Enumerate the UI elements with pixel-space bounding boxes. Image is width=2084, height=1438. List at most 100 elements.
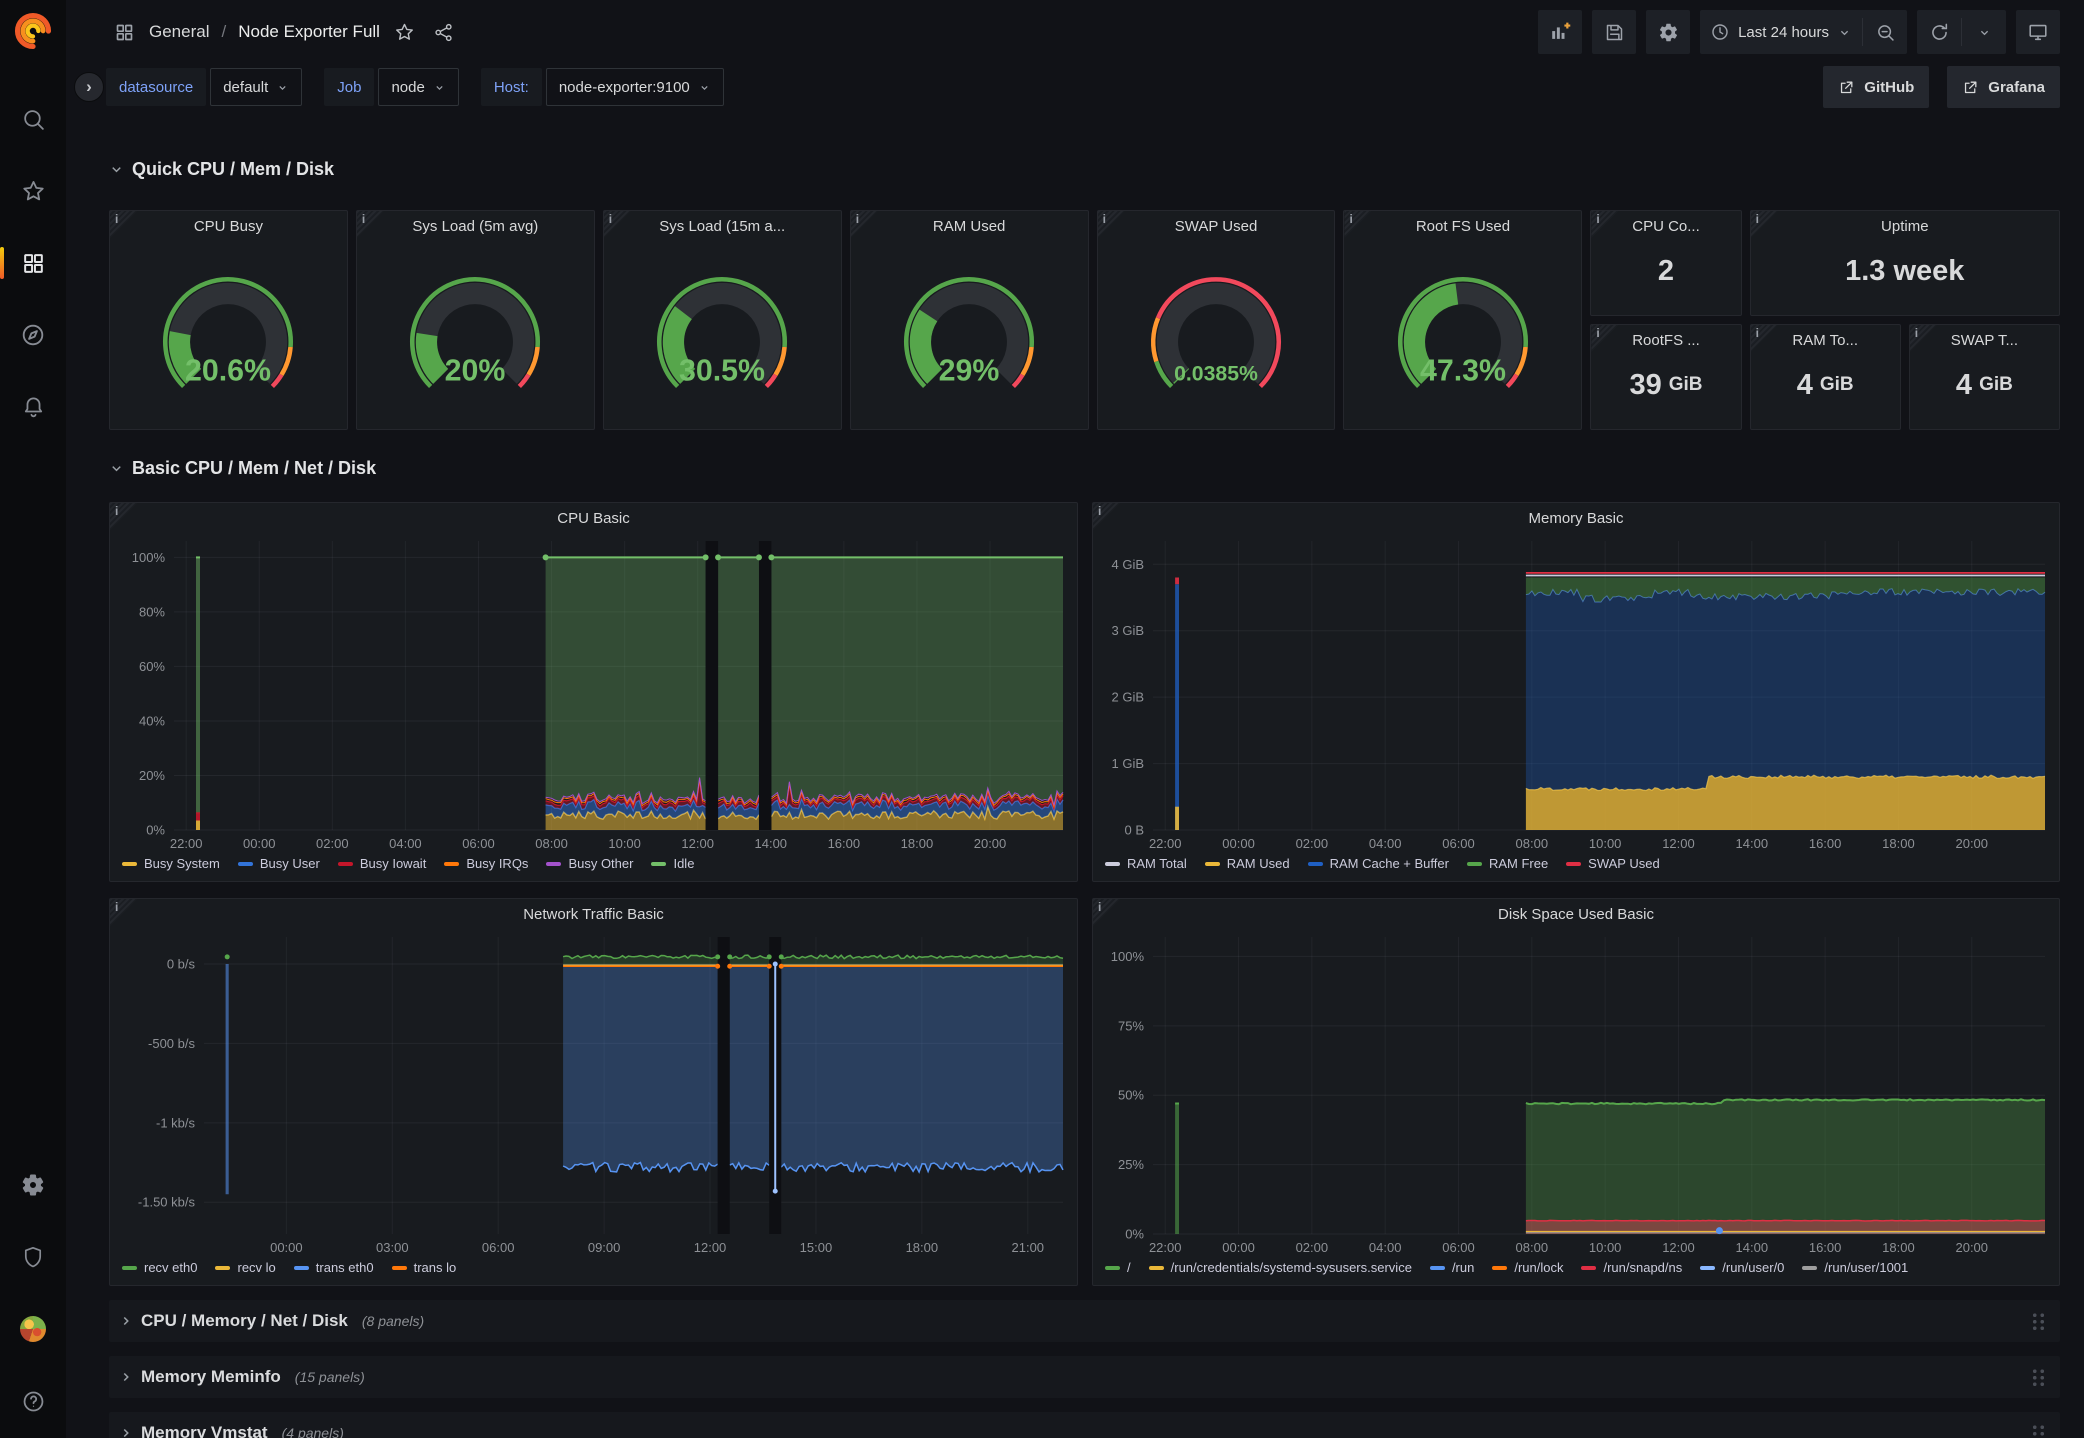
dashboard-settings-gear-icon[interactable]	[1646, 10, 1690, 54]
server-admin-shield-icon[interactable]	[10, 1234, 56, 1280]
gauge-panel: iSys Load (15m a...30.5%	[603, 210, 842, 430]
breadcrumb-dashboard-title[interactable]: Node Exporter Full	[238, 22, 380, 42]
legend-label: Busy IRQs	[466, 856, 528, 871]
breadcrumb-section[interactable]: General	[149, 22, 209, 42]
legend-item[interactable]: RAM Used	[1205, 856, 1290, 871]
drag-handle-icon[interactable]	[2031, 1368, 2046, 1387]
gauge: 0.0385%	[1098, 241, 1335, 429]
drag-handle-icon[interactable]	[2031, 1424, 2046, 1438]
grafana-link-button[interactable]: Grafana	[1947, 66, 2060, 108]
legend-item[interactable]: /run/user/0	[1700, 1260, 1784, 1275]
svg-text:40%: 40%	[139, 713, 165, 728]
add-panel-button[interactable]	[1538, 10, 1582, 54]
help-icon[interactable]	[10, 1378, 56, 1424]
legend-item[interactable]: /run/user/1001	[1802, 1260, 1908, 1275]
legend-label: /run/snapd/ns	[1603, 1260, 1682, 1275]
stat-number: 1.3 week	[1845, 255, 1964, 288]
svg-text:80%: 80%	[139, 604, 165, 619]
zoom-out-icon[interactable]	[1863, 10, 1907, 54]
svg-text:18:00: 18:00	[1882, 836, 1915, 851]
grafana-link-label: Grafana	[1988, 79, 2045, 96]
collapsed-row[interactable]: CPU / Memory / Net / Disk(8 panels)	[109, 1300, 2060, 1342]
cycle-view-tv-icon[interactable]	[2016, 10, 2060, 54]
collapsed-row[interactable]: Memory Vmstat(4 panels)	[109, 1412, 2060, 1438]
collapsed-row[interactable]: Memory Meminfo(15 panels)	[109, 1356, 2060, 1398]
svg-text:00:00: 00:00	[243, 836, 276, 851]
grafana-logo-icon[interactable]	[14, 12, 52, 50]
row-quick-cpu-mem-disk[interactable]: Quick CPU / Mem / Disk	[109, 152, 2060, 186]
collapsed-row-title: CPU / Memory / Net / Disk	[141, 1311, 348, 1331]
search-icon[interactable]	[10, 96, 56, 142]
legend-label: /run/user/1001	[1824, 1260, 1908, 1275]
legend-item[interactable]: /run	[1430, 1260, 1474, 1275]
dashboards-icon[interactable]	[10, 240, 56, 286]
panel-title[interactable]: Memory Basic	[1093, 503, 2059, 533]
legend-item[interactable]: RAM Total	[1105, 856, 1187, 871]
legend-item[interactable]: RAM Cache + Buffer	[1308, 856, 1449, 871]
expand-menu-button[interactable]: ›	[74, 72, 104, 102]
configuration-gear-icon[interactable]	[10, 1162, 56, 1208]
legend-item[interactable]: RAM Free	[1467, 856, 1548, 871]
legend-item[interactable]: /run/lock	[1492, 1260, 1563, 1275]
legend-item[interactable]: trans lo	[392, 1260, 457, 1275]
github-link-button[interactable]: GitHub	[1823, 66, 1929, 108]
variable-host: Host: node-exporter:9100	[481, 68, 724, 106]
legend-item[interactable]: recv lo	[215, 1260, 275, 1275]
svg-text:18:00: 18:00	[901, 836, 934, 851]
legend-swatch	[1430, 1266, 1445, 1270]
variable-host-value[interactable]: node-exporter:9100	[546, 68, 724, 106]
panel-title[interactable]: Sys Load (5m avg)	[357, 211, 594, 241]
legend-item[interactable]: trans eth0	[294, 1260, 374, 1275]
panel-title[interactable]: SWAP Used	[1098, 211, 1335, 241]
legend-item[interactable]: Busy User	[238, 856, 320, 871]
legend-item[interactable]: /run/snapd/ns	[1581, 1260, 1682, 1275]
legend-item[interactable]: Busy Other	[546, 856, 633, 871]
svg-text:29%: 29%	[939, 355, 1000, 388]
breadcrumb: General / Node Exporter Full	[110, 18, 458, 47]
panel-title[interactable]: Network Traffic Basic	[110, 899, 1077, 929]
starred-icon[interactable]	[10, 168, 56, 214]
panel-title[interactable]: Sys Load (15m a...	[604, 211, 841, 241]
svg-text:0%: 0%	[146, 823, 165, 838]
explore-compass-icon[interactable]	[10, 312, 56, 358]
save-dashboard-button[interactable]	[1592, 10, 1636, 54]
legend-item[interactable]: /	[1105, 1260, 1131, 1275]
user-avatar[interactable]	[10, 1306, 56, 1352]
legend-item[interactable]: SWAP Used	[1566, 856, 1660, 871]
legend-item[interactable]: /run/credentials/systemd-sysusers.servic…	[1149, 1260, 1412, 1275]
variable-job-value[interactable]: node	[378, 68, 458, 106]
alerting-bell-icon[interactable]	[10, 384, 56, 430]
favorite-star-icon[interactable]	[390, 18, 419, 47]
variable-datasource-value[interactable]: default	[210, 68, 302, 106]
legend-item[interactable]: Idle	[651, 856, 694, 871]
gauge-row: iCPU Busy20.6%iSys Load (5m avg)20%iSys …	[109, 210, 2060, 430]
refresh-icon[interactable]	[1917, 10, 1961, 54]
gauge: 47.3%	[1344, 241, 1581, 429]
panel-title[interactable]: RAM Used	[851, 211, 1088, 241]
svg-text:22:00: 22:00	[170, 836, 203, 851]
sidebar-bottom-nav	[0, 1162, 66, 1424]
legend-item[interactable]: Busy IRQs	[444, 856, 528, 871]
time-range-picker[interactable]: Last 24 hours	[1700, 10, 1862, 54]
legend-swatch	[215, 1266, 230, 1270]
panel-title[interactable]: Root FS Used	[1344, 211, 1581, 241]
legend-item[interactable]: Busy Iowait	[338, 856, 426, 871]
legend-item[interactable]: recv eth0	[122, 1260, 197, 1275]
legend-swatch	[1492, 1266, 1507, 1270]
refresh-interval-dropdown[interactable]	[1962, 10, 2006, 54]
chart-panel-cpu: iCPU Basic100%80%60%40%20%0%22:0000:0002…	[109, 502, 1078, 882]
panel-title[interactable]: Uptime	[1751, 211, 2059, 241]
gauge: 29%	[851, 241, 1088, 429]
row-basic-cpu-mem-net-disk[interactable]: Basic CPU / Mem / Net / Disk	[109, 452, 2060, 484]
panel-title[interactable]: Disk Space Used Basic	[1093, 899, 2059, 929]
panel-title[interactable]: CPU Basic	[110, 503, 1077, 533]
share-icon[interactable]	[429, 18, 458, 47]
legend-swatch	[294, 1266, 309, 1270]
legend-swatch	[1105, 1266, 1120, 1270]
svg-text:0%: 0%	[1125, 1227, 1144, 1242]
svg-text:06:00: 06:00	[462, 836, 495, 851]
drag-handle-icon[interactable]	[2031, 1312, 2046, 1331]
gauge-panel: iSWAP Used0.0385%	[1097, 210, 1336, 430]
legend-item[interactable]: Busy System	[122, 856, 220, 871]
panel-title[interactable]: CPU Busy	[110, 211, 347, 241]
